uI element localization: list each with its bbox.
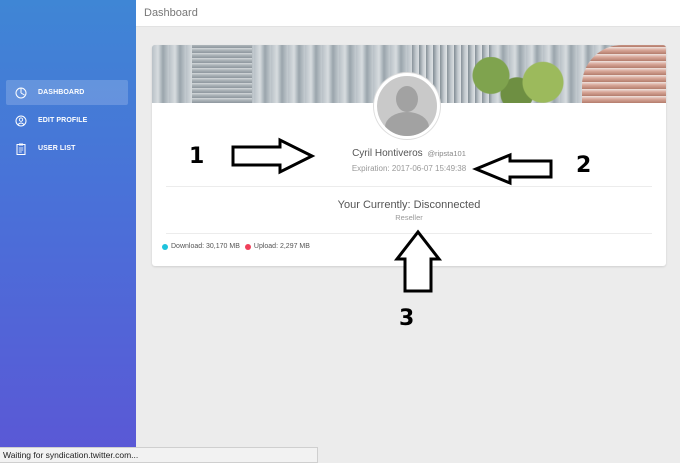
connection-status: Your Currently: Disconnected <box>337 199 481 211</box>
browser-status-bar: Waiting for syndication.twitter.com... <box>0 447 318 463</box>
annotation-number-3: 3 <box>399 306 415 331</box>
divider <box>166 233 652 234</box>
upload-value: Upload: 2,297 MB <box>253 243 310 250</box>
traffic-stats: Download: 30,170 MB Upload: 2,297 MB <box>162 243 315 250</box>
status-text: Waiting for syndication.twitter.com... <box>3 450 139 460</box>
download-value: Download: 30,170 MB <box>171 243 240 250</box>
annotation-number-1: 1 <box>189 144 205 169</box>
clipboard-icon <box>14 142 28 156</box>
sidebar-item-edit-profile[interactable]: EDIT PROFILE <box>6 108 128 133</box>
page-title: Dashboard <box>144 7 198 19</box>
sidebar-item-label: DASHBOARD <box>38 89 85 96</box>
upload-dot-icon <box>244 243 251 250</box>
profile-handle: @ripsta101 <box>427 149 466 158</box>
download-dot-icon <box>162 243 168 250</box>
profile-name: Cyril Hontiveros <box>352 148 423 159</box>
avatar <box>374 73 440 139</box>
gauge-icon <box>14 86 28 100</box>
download-stat: Download: 30,170 MB <box>162 243 240 250</box>
divider <box>166 186 652 187</box>
upload-stat: Upload: 2,297 MB <box>244 243 310 250</box>
annotation-number-2: 2 <box>576 153 592 178</box>
sidebar: DASHBOARD EDIT PROFILE USER LIST <box>0 0 136 463</box>
user-circle-icon <box>14 114 28 128</box>
sidebar-item-label: EDIT PROFILE <box>38 117 88 124</box>
role-label: Reseller <box>395 213 423 222</box>
sidebar-nav: DASHBOARD EDIT PROFILE USER LIST <box>6 80 128 164</box>
top-bar: Dashboard <box>136 0 680 27</box>
sidebar-item-user-list[interactable]: USER LIST <box>6 136 128 161</box>
sidebar-item-dashboard[interactable]: DASHBOARD <box>6 80 128 105</box>
sidebar-item-label: USER LIST <box>38 145 76 152</box>
